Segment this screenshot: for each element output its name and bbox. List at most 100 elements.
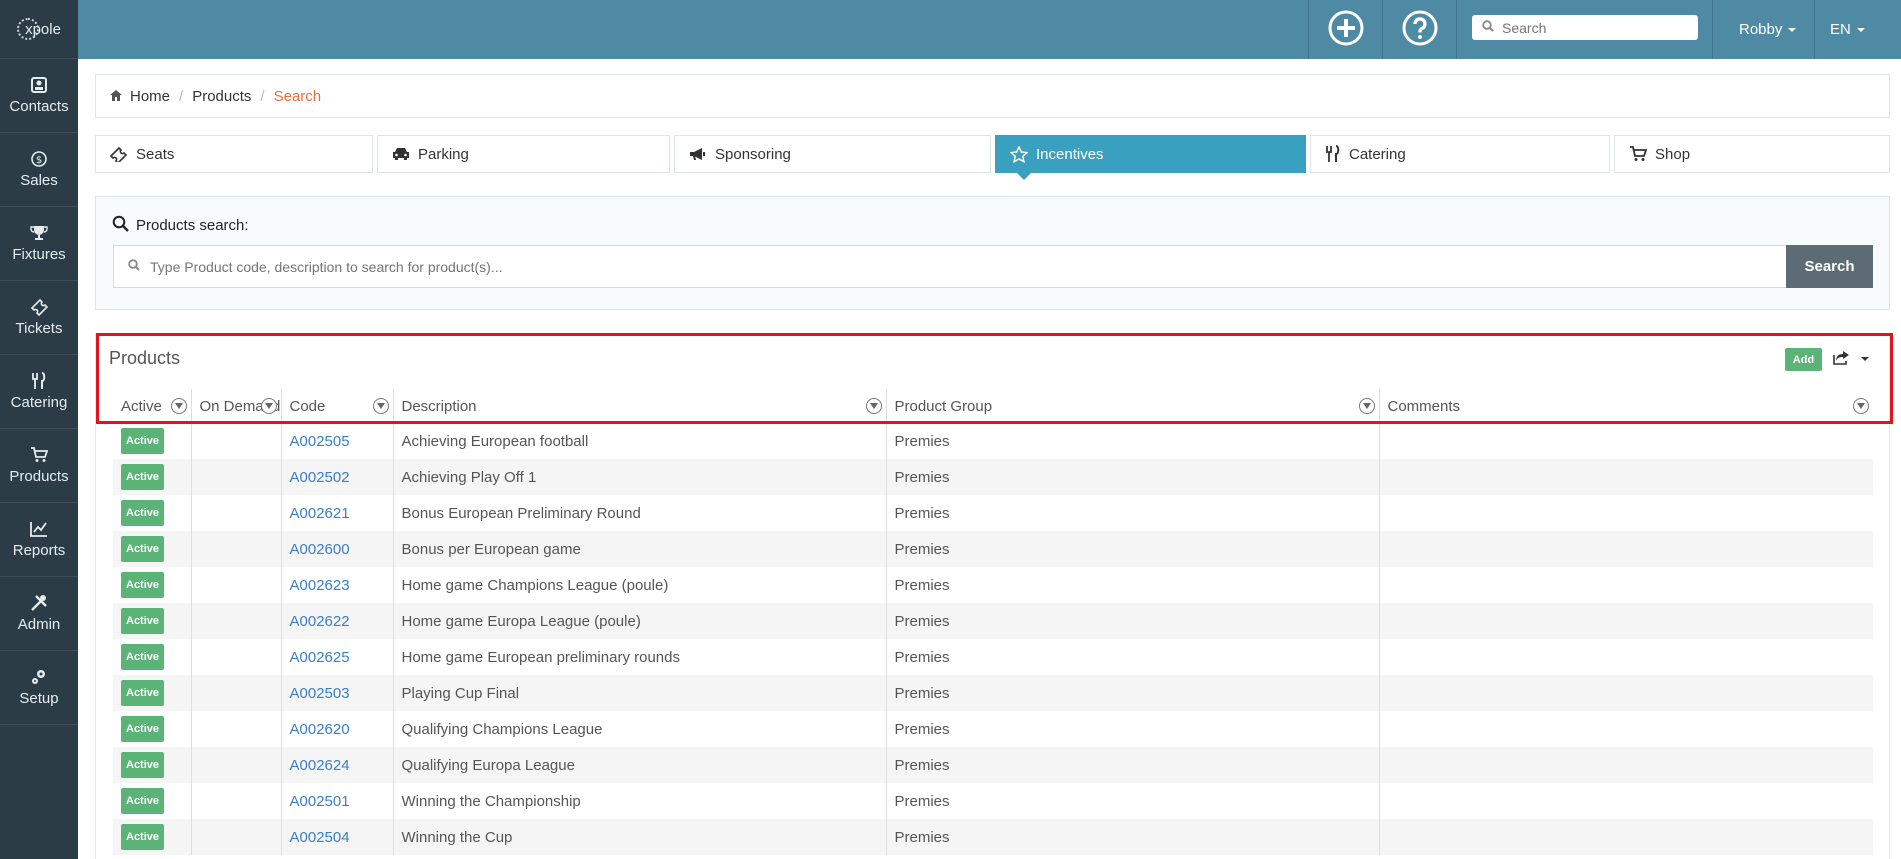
breadcrumb-products[interactable]: Products: [192, 88, 251, 105]
cell-on-demand: [190, 711, 281, 747]
search-button[interactable]: Search: [1786, 245, 1873, 288]
cell-comments: [1378, 531, 1873, 567]
tab-label: Sponsoring: [715, 145, 791, 163]
column-label: Comments: [1387, 397, 1461, 415]
sidebar-item-products[interactable]: Products: [0, 429, 78, 503]
cell-comments: [1378, 495, 1873, 531]
column-header-comments[interactable]: Comments: [1378, 389, 1873, 423]
status-badge[interactable]: Active: [121, 500, 165, 526]
product-code-link[interactable]: A002624: [290, 757, 350, 774]
cell-product-group: Premies: [885, 603, 1379, 639]
product-code-link[interactable]: A002622: [290, 613, 350, 630]
status-badge[interactable]: Active: [121, 680, 165, 706]
top-bar: Robby EN: [78, 0, 1901, 59]
caret-down-icon: [1788, 27, 1797, 32]
language-menu[interactable]: EN: [1830, 0, 1865, 59]
sidebar-item-setup[interactable]: Setup: [0, 651, 78, 725]
status-badge[interactable]: Active: [121, 644, 165, 670]
cell-comments: [1378, 423, 1873, 459]
svg-text:$: $: [36, 155, 42, 166]
column-header-on-demand[interactable]: On Demand: [190, 389, 281, 423]
status-badge[interactable]: Active: [121, 572, 165, 598]
cell-description: Playing Cup Final: [392, 675, 886, 711]
filter-icon[interactable]: [170, 398, 187, 414]
sidebar-item-tickets[interactable]: Tickets: [0, 281, 78, 355]
sidebar-item-admin[interactable]: Admin: [0, 577, 78, 651]
top-search-input[interactable]: [1502, 19, 1692, 36]
status-badge[interactable]: Active: [121, 752, 165, 778]
column-header-product-group[interactable]: Product Group: [885, 389, 1379, 423]
top-search[interactable]: [1472, 15, 1698, 40]
sidebar-item-sales[interactable]: $ Sales: [0, 133, 78, 207]
cell-description: Bonus European Preliminary Round: [392, 495, 886, 531]
filter-icon[interactable]: [260, 398, 277, 414]
tab-catering[interactable]: Catering: [1310, 135, 1610, 173]
table-row[interactable]: Active A002600 Bonus per European game Prem…: [113, 531, 1873, 567]
product-code-link[interactable]: A002501: [290, 793, 350, 810]
table-row[interactable]: Active A002505 Achieving European football…: [113, 423, 1873, 459]
table-row[interactable]: Active A002622 Home game Europa League (po…: [113, 603, 1873, 639]
products-search-field[interactable]: [113, 245, 1787, 288]
filter-icon[interactable]: [372, 398, 389, 414]
status-badge[interactable]: Active: [121, 716, 165, 742]
product-code-link[interactable]: A002623: [290, 577, 350, 594]
status-badge[interactable]: Active: [121, 428, 165, 454]
status-badge[interactable]: Active: [121, 608, 165, 634]
help-button[interactable]: [1383, 0, 1456, 59]
table-row[interactable]: Active A002621 Bonus European Preliminary …: [113, 495, 1873, 531]
divider: [1814, 0, 1815, 59]
column-label: Description: [401, 397, 477, 415]
cell-product-group: Premies: [885, 747, 1379, 783]
product-code-link[interactable]: A002504: [290, 829, 350, 846]
table-row[interactable]: Active A002501 Winning the Championship Pre…: [113, 783, 1873, 819]
product-code-link[interactable]: A002620: [290, 721, 350, 738]
user-menu[interactable]: Robby: [1739, 0, 1797, 59]
column-header-code[interactable]: Code: [280, 389, 393, 423]
table-row[interactable]: Active A002620 Qualifying Champions League…: [113, 711, 1873, 747]
status-badge[interactable]: Active: [121, 536, 165, 562]
tab-seats[interactable]: Seats: [95, 135, 373, 173]
export-menu-button[interactable]: [1833, 348, 1877, 370]
filter-icon[interactable]: [1853, 398, 1869, 414]
filter-icon[interactable]: [1358, 398, 1375, 414]
plus-circle-icon: [1328, 10, 1364, 50]
table-row[interactable]: Active A002504 Winning the Cup Premies: [113, 819, 1873, 855]
product-code-link[interactable]: A002503: [290, 685, 350, 702]
app-logo[interactable]: xpole: [0, 0, 78, 59]
product-code-link[interactable]: A002600: [290, 541, 350, 558]
breadcrumb-home[interactable]: Home: [130, 88, 170, 105]
product-code-link[interactable]: A002625: [290, 649, 350, 666]
cell-active: Active: [113, 675, 191, 711]
sidebar-item-reports[interactable]: Reports: [0, 503, 78, 577]
products-search-input[interactable]: [150, 258, 1750, 275]
add-product-button[interactable]: Add: [1785, 348, 1822, 371]
column-header-description[interactable]: Description: [392, 389, 886, 423]
tab-label: Incentives: [1036, 145, 1104, 163]
status-badge[interactable]: Active: [121, 464, 165, 490]
status-badge[interactable]: Active: [121, 788, 165, 814]
tab-parking[interactable]: Parking: [377, 135, 670, 173]
cell-product-group: Premies: [885, 675, 1379, 711]
table-row[interactable]: Active A002503 Playing Cup Final Premies: [113, 675, 1873, 711]
add-button[interactable]: [1309, 0, 1382, 59]
product-code-link[interactable]: A002505: [290, 433, 350, 450]
tab-sponsoring[interactable]: Sponsoring: [674, 135, 991, 173]
cell-product-group: Premies: [885, 423, 1379, 459]
table-row[interactable]: Active A002625 Home game European prelimin…: [113, 639, 1873, 675]
cell-comments: [1378, 567, 1873, 603]
cell-on-demand: [190, 531, 281, 567]
column-header-active[interactable]: Active: [113, 389, 191, 423]
sidebar-item-fixtures[interactable]: Fixtures: [0, 207, 78, 281]
cell-description: Achieving European football: [392, 423, 886, 459]
sidebar-item-catering[interactable]: Catering: [0, 355, 78, 429]
table-row[interactable]: Active A002623 Home game Champions League …: [113, 567, 1873, 603]
product-code-link[interactable]: A002502: [290, 469, 350, 486]
table-row[interactable]: Active A002624 Qualifying Europa League Pre…: [113, 747, 1873, 783]
status-badge[interactable]: Active: [121, 824, 165, 850]
tab-incentives[interactable]: Incentives: [995, 135, 1306, 180]
table-row[interactable]: Active A002502 Achieving Play Off 1 Premies: [113, 459, 1873, 495]
product-code-link[interactable]: A002621: [290, 505, 350, 522]
sidebar-item-contacts[interactable]: Contacts: [0, 59, 78, 133]
filter-icon[interactable]: [865, 398, 882, 414]
tab-shop[interactable]: Shop: [1614, 135, 1890, 173]
